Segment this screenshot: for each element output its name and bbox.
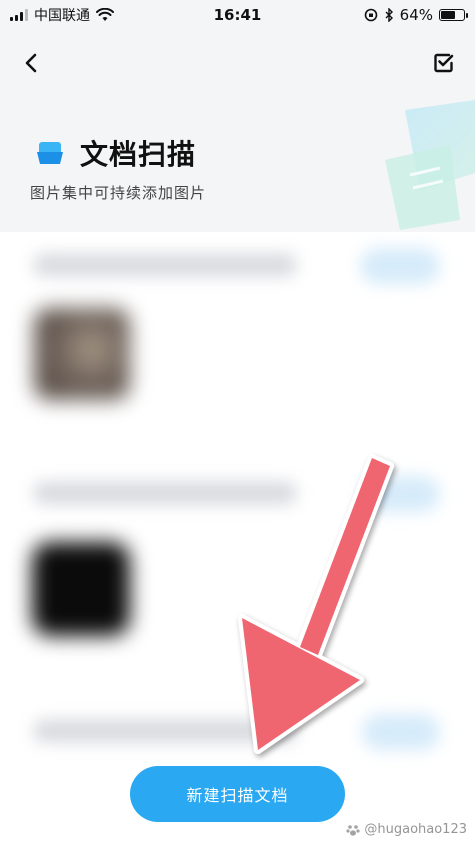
list-item-title <box>34 482 296 504</box>
list-item-action <box>362 476 440 512</box>
watermark-text: @hugaohao123 <box>364 822 467 837</box>
list-item-action <box>360 248 440 284</box>
new-scan-document-button[interactable]: 新建扫描文档 <box>130 766 345 822</box>
status-bar: 中国联通 16:41 64% <box>0 0 475 30</box>
nav-bar <box>0 40 475 84</box>
list-item-title <box>34 720 296 742</box>
document-list <box>0 232 475 845</box>
back-button[interactable] <box>18 50 44 76</box>
header-decoration-icon <box>385 100 475 230</box>
page-header: 文档扫描 图片集中可持续添加图片 <box>0 100 475 230</box>
bluetooth-icon <box>385 8 393 22</box>
chevron-left-icon <box>25 53 37 73</box>
orientation-lock-icon <box>364 8 377 22</box>
carrier-label: 中国联通 <box>34 8 90 24</box>
wifi-icon <box>96 8 114 21</box>
document-scan-icon <box>37 142 63 164</box>
list-item-thumbnail[interactable] <box>34 308 130 400</box>
status-time: 16:41 <box>213 6 262 24</box>
battery-icon <box>439 9 468 21</box>
list-item-thumbnail[interactable] <box>32 542 130 636</box>
baidu-paw-icon <box>346 824 360 836</box>
list-item-action <box>362 714 440 750</box>
watermark: @hugaohao123 <box>346 822 467 837</box>
list-item-title <box>34 254 296 276</box>
page-title: 文档扫描 <box>80 138 197 171</box>
battery-percent: 64% <box>399 6 433 24</box>
select-button[interactable] <box>431 50 457 76</box>
checkbox-icon <box>434 53 454 73</box>
signal-icon <box>10 9 28 21</box>
page-subtitle: 图片集中可持续添加图片 <box>30 184 207 202</box>
